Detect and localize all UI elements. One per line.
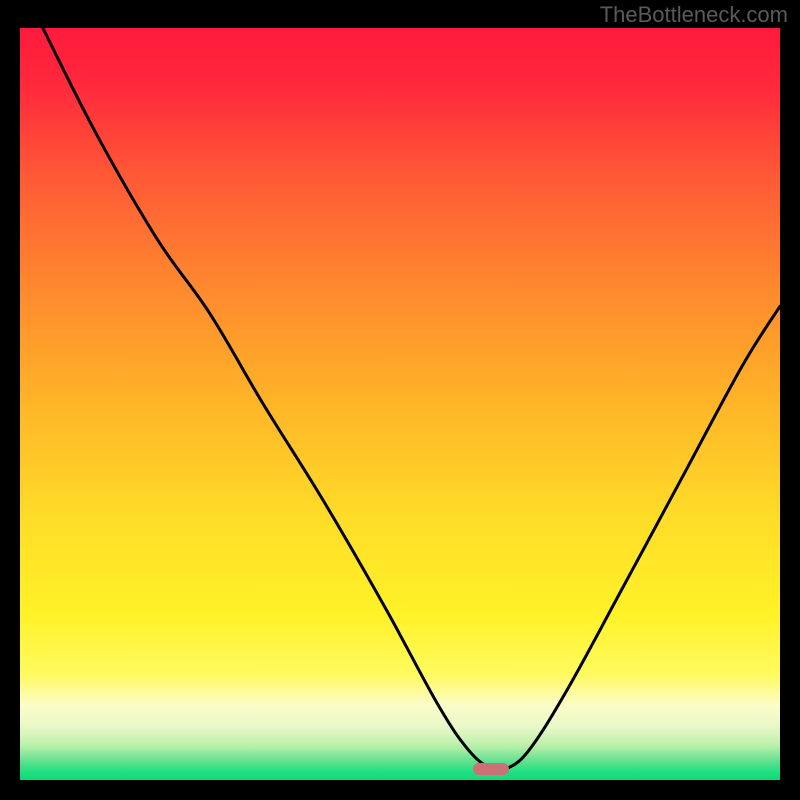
plot-area [20,28,780,780]
chart-container: TheBottleneck.com [0,0,800,800]
optimum-marker [473,763,509,775]
gradient-background [20,28,780,780]
watermark-text: TheBottleneck.com [600,2,788,28]
chart-svg [20,28,780,780]
